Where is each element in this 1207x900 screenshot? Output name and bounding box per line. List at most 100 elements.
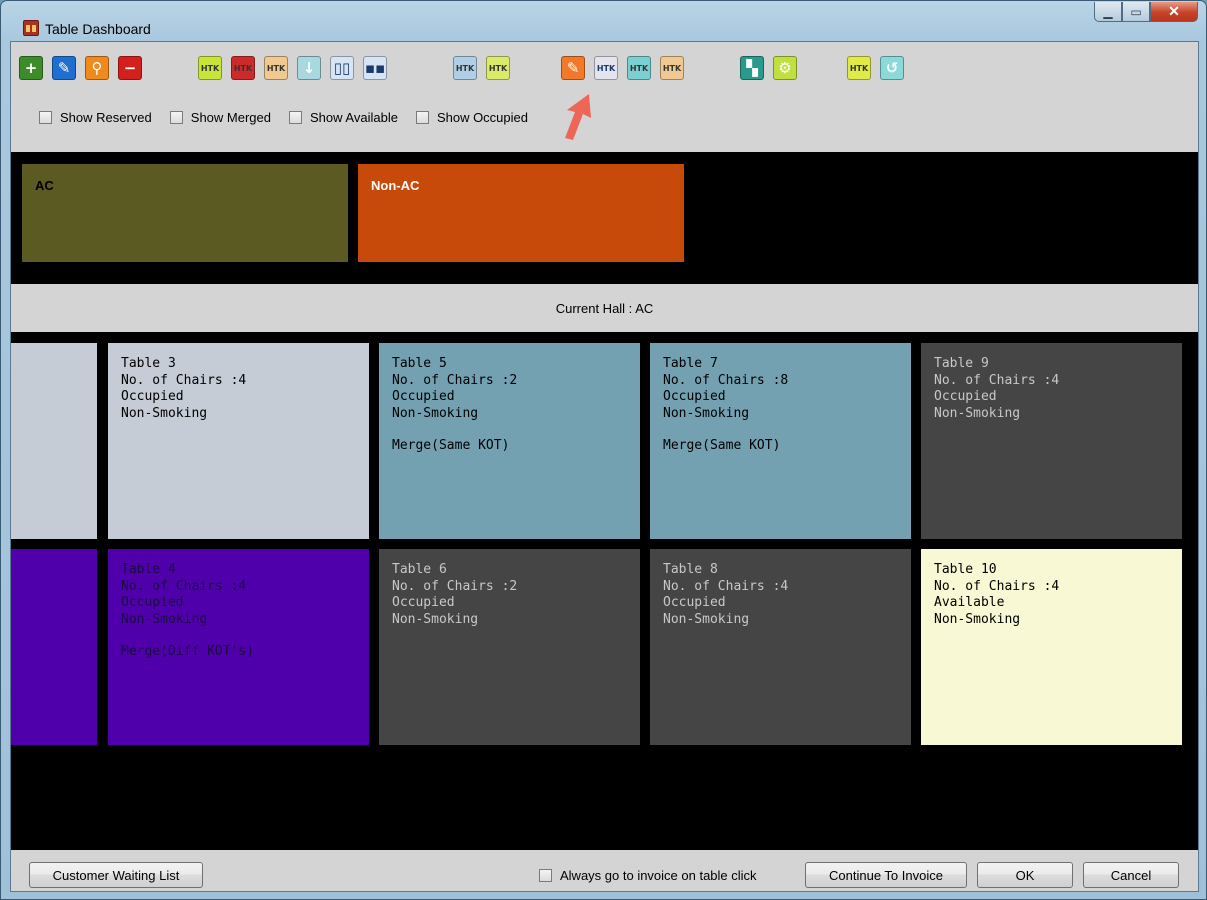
dashboard-content: + ✎ ⚲ − HTK HTK HTK ↓ ▯▯ ▪▪ HTK HTK ✎ HTK HTK HTK ▚ ⚙ HTK ↺… (10, 41, 1199, 892)
table-tile[interactable]: Table 7 No. of Chairs :8 Occupied Non-Smoki… (650, 343, 911, 539)
current-hall-label: Current Hall : AC (11, 284, 1198, 332)
table-line-icon[interactable]: HTK (594, 56, 618, 80)
close-button[interactable]: ✕ (1150, 2, 1198, 22)
table-cancel-icon[interactable]: HTK (264, 56, 288, 80)
table-chairs: No. of Chairs :4 (934, 578, 1060, 594)
customer-waiting-list-button[interactable]: Customer Waiting List (29, 862, 203, 888)
table-check-icon[interactable]: HTK (486, 56, 510, 80)
table-status: Occupied (392, 389, 455, 404)
table-tile[interactable]: Table 4 No. of Chairs :4 Occupied Non-Smoki… (108, 549, 369, 745)
table-status: Available (934, 595, 1005, 610)
settings-gear-icon[interactable]: ⚙ (773, 56, 797, 80)
table-name: Table 4 (121, 562, 176, 577)
layout-color-icon[interactable]: ▚ (740, 56, 764, 80)
filter-show-merged[interactable]: Show Merged (169, 110, 271, 125)
toolbar-icon-glyph: HTK (596, 63, 616, 73)
table-merge-icon[interactable]: HTK (847, 56, 871, 80)
table-name: Table 7 (663, 356, 718, 371)
toolbar-icon-glyph: ⚲ (91, 58, 103, 77)
search-icon[interactable]: ⚲ (85, 56, 109, 80)
table-dashboard-window: Table Dashboard ▁ ▭ ✕ + ✎ ⚲ − HTK HTK HTK ↓ ▯▯ ▪▪… (0, 0, 1207, 900)
show-reserved-checkbox[interactable] (39, 111, 52, 124)
minimize-icon: ▁ (1103, 4, 1113, 19)
show-merged-checkbox[interactable] (169, 111, 183, 124)
table-status: Occupied (663, 595, 726, 610)
table-tile[interactable]: Table 8 No. of Chairs :4 Occupied Non-Smoki… (650, 549, 911, 745)
always-invoice-checkbox[interactable] (539, 869, 552, 882)
table-ok-icon[interactable]: HTK (198, 56, 222, 80)
filter-show-reserved[interactable]: Show Reserved (39, 110, 152, 125)
table-status: Occupied (121, 595, 184, 610)
show-occupied-checkbox[interactable] (415, 111, 429, 124)
hall-ac[interactable]: AC (22, 164, 348, 262)
table-status: Occupied (663, 389, 726, 404)
filter-label: Show Merged (190, 110, 271, 125)
filter-show-occupied[interactable]: Show Occupied (415, 110, 528, 125)
maximize-icon: ▭ (1130, 4, 1142, 19)
edit-icon[interactable]: ✎ (52, 56, 76, 80)
table-name: Table 3 (121, 356, 176, 371)
table-tile[interactable]: Table 9 No. of Chairs :4 Occupied Non-Smoki… (921, 343, 1182, 539)
table-download-icon[interactable]: ↓ (297, 56, 321, 80)
continue-to-invoice-button[interactable]: Continue To Invoice (805, 862, 967, 888)
hall-non-ac[interactable]: Non-AC (358, 164, 684, 262)
toolbar-icon-glyph: ▚ (746, 58, 758, 77)
window-title: Table Dashboard (45, 21, 151, 37)
toolbar-icon-glyph: ↺ (885, 58, 899, 77)
table-name: Table 5 (392, 356, 447, 371)
table-tile[interactable]: Table 3 No. of Chairs :4 Occupied Non-Smoki… (108, 343, 369, 539)
cancel-button[interactable]: Cancel (1083, 862, 1179, 888)
table-name: Table 8 (663, 562, 718, 577)
hall-name: AC (35, 178, 54, 193)
table-add-icon[interactable]: HTK (627, 56, 651, 80)
table-tile[interactable]: Table 10 No. of Chairs :4 Available Non-Smo… (921, 549, 1182, 745)
table-chairs: No. of Chairs :2 (392, 372, 518, 388)
maximize-button[interactable]: ▭ (1122, 2, 1150, 22)
filter-show-available[interactable]: Show Available (289, 110, 398, 125)
toolbar-icon-glyph: HTK (455, 63, 475, 73)
table-tile[interactable]: Table 6 No. of Chairs :2 Occupied Non-Smoki… (379, 549, 640, 745)
table-tile-partial[interactable] (11, 343, 97, 539)
toolbar-icon-glyph: HTK (233, 63, 253, 73)
table-list-icon[interactable]: HTK (660, 56, 684, 80)
table-tile[interactable]: Table 5 No. of Chairs :2 Occupied Non-Smoki… (379, 343, 640, 539)
toolbar-icon-glyph: ▪▪ (364, 58, 386, 77)
edit-note-icon[interactable]: ✎ (561, 56, 585, 80)
table-tile-partial[interactable] (11, 549, 97, 745)
table-smoking: Non-Smoking (663, 405, 750, 421)
pointer-arrow-icon (565, 94, 591, 140)
toolbar-icon-glyph: ⚙ (778, 58, 792, 77)
always-invoice-option[interactable]: Always go to invoice on table click (539, 868, 757, 883)
delete-icon[interactable]: − (118, 56, 142, 80)
toolbar-icon-glyph: HTK (266, 63, 286, 73)
split-table-icon[interactable]: ▯▯ (330, 56, 354, 80)
table-chairs: No. of Chairs :4 (121, 372, 247, 388)
toolbar-icon-glyph: ▯▯ (333, 58, 351, 77)
single-table-icon[interactable]: ▪▪ (363, 56, 387, 80)
table-name: Table 10 (934, 562, 997, 577)
title-bar[interactable]: Table Dashboard ▁ ▭ ✕ (1, 1, 1206, 41)
filter-row: Show Reserved Show Merged Show Available… (39, 110, 546, 125)
table-chairs: No. of Chairs :4 (934, 372, 1060, 388)
ok-button[interactable]: OK (977, 862, 1073, 888)
table-chairs: No. of Chairs :4 (663, 578, 789, 594)
table-smoking: Non-Smoking (663, 611, 750, 627)
table-status: Occupied (121, 389, 184, 404)
table-occupied-icon[interactable]: HTK (453, 56, 477, 80)
close-icon: ✕ (1168, 3, 1180, 19)
window-controls: ▁ ▭ ✕ (1094, 2, 1198, 22)
add-icon[interactable]: + (19, 56, 43, 80)
table-red-icon[interactable]: HTK (231, 56, 255, 80)
toolbar-panel: + ✎ ⚲ − HTK HTK HTK ↓ ▯▯ ▪▪ HTK HTK ✎ HTK HTK HTK ▚ ⚙ HTK ↺… (11, 42, 1198, 152)
toolbar-icon-glyph: HTK (662, 63, 682, 73)
table-swap-icon[interactable]: ↺ (880, 56, 904, 80)
table-chairs: No. of Chairs :2 (392, 578, 518, 594)
show-available-checkbox[interactable] (289, 111, 302, 124)
footer-bar: Customer Waiting List Always go to invoi… (11, 850, 1198, 891)
hall-selector: AC Non-AC (11, 152, 1198, 284)
minimize-button[interactable]: ▁ (1094, 2, 1122, 22)
tables-area: Table 3 No. of Chairs :4 Occupied Non-Smoki… (11, 332, 1198, 850)
table-merge-status: Merge(Same KOT) (663, 438, 781, 453)
table-smoking: Non-Smoking (392, 405, 479, 421)
